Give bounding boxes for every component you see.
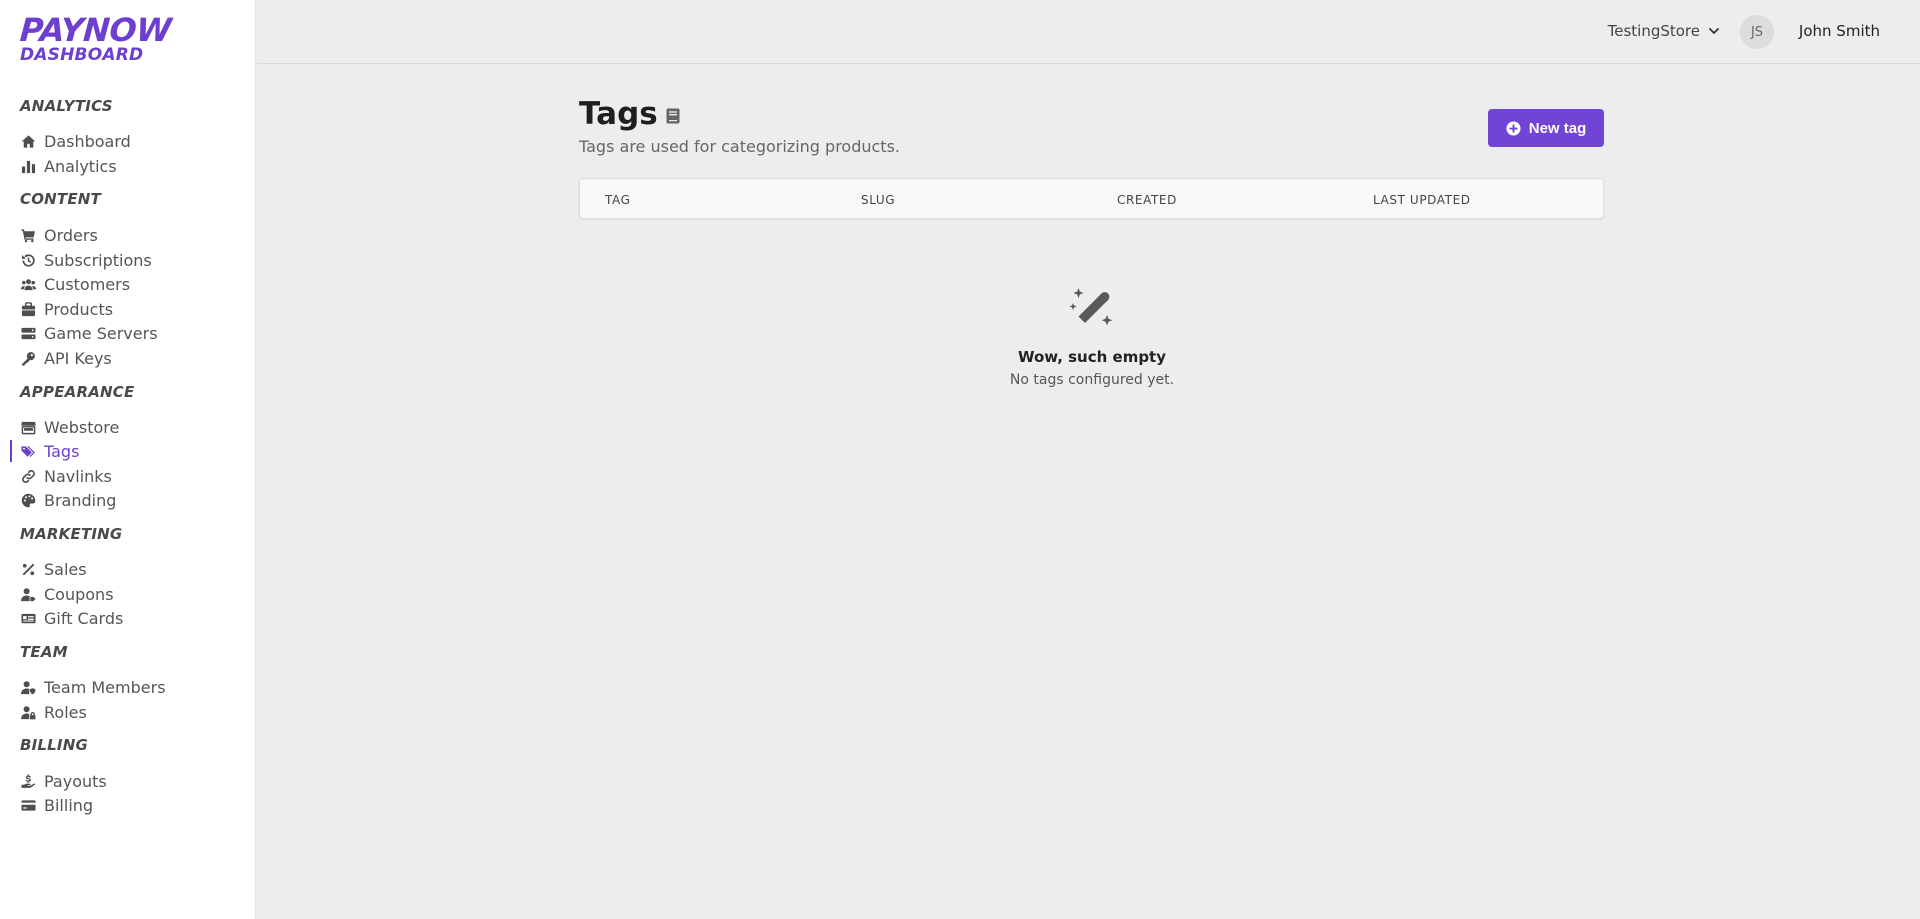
sidebar-item-customers[interactable]: Customers (20, 274, 130, 294)
palette-icon (20, 492, 36, 508)
sidebar-item-subscriptions[interactable]: Subscriptions (20, 250, 152, 270)
sidebar-item-analytics[interactable]: Analytics (20, 156, 117, 176)
magic-wand-icon (1069, 288, 1113, 326)
user-name[interactable]: John Smith (1799, 22, 1880, 40)
user-lock-icon (20, 704, 36, 720)
section-billing: BILLING (20, 736, 88, 754)
sidebar-item-team-members[interactable]: Team Members (20, 677, 166, 697)
tags-table-header: TAG SLUG CREATED LAST UPDATED (579, 178, 1604, 219)
page-title: Tags (579, 96, 658, 132)
sidebar-item-label: API Keys (44, 348, 112, 368)
sidebar-item-label: Game Servers (44, 323, 158, 343)
sidebar-item-dashboard[interactable]: Dashboard (20, 131, 131, 151)
history-icon (20, 252, 36, 268)
brand-logo[interactable]: PAYNOW DASHBOARD (18, 11, 173, 65)
sidebar-item-label: Orders (44, 225, 98, 245)
sidebar-item-label: Dashboard (44, 131, 131, 151)
link-icon (20, 468, 36, 484)
home-icon (20, 133, 36, 149)
sidebar-item-api-keys[interactable]: API Keys (20, 348, 112, 368)
section-content: CONTENT (20, 190, 101, 208)
sidebar-item-label: Billing (44, 795, 94, 815)
chevron-down-icon (1709, 28, 1719, 34)
sidebar-item-label: Tags (44, 441, 80, 461)
section-appearance: APPEARANCE (20, 383, 135, 401)
brand-subtitle: DASHBOARD (20, 45, 144, 65)
sidebar-item-label: Coupons (44, 584, 114, 604)
sidebar-item-label: Navlinks (44, 466, 112, 486)
column-header-slug[interactable]: SLUG (861, 193, 895, 207)
sidebar-item-coupons[interactable]: Coupons (20, 584, 114, 604)
book-icon[interactable] (666, 108, 680, 124)
cart-icon (20, 227, 36, 243)
id-card-icon (20, 610, 36, 626)
sidebar-item-products[interactable]: Products (20, 299, 113, 319)
section-team: TEAM (20, 643, 68, 661)
sidebar-item-tags[interactable]: Tags (20, 441, 79, 461)
sidebar-item-sales[interactable]: Sales (20, 559, 87, 579)
sidebar-item-orders[interactable]: Orders (20, 225, 98, 245)
column-header-tag[interactable]: TAG (605, 193, 631, 207)
section-analytics: ANALYTICS (20, 97, 113, 115)
box-icon (20, 301, 36, 317)
sidebar-item-label: Branding (44, 490, 117, 510)
brand-name: PAYNOW (18, 11, 173, 49)
sidebar-item-payouts[interactable]: Payouts (20, 771, 107, 791)
column-header-created[interactable]: CREATED (1117, 193, 1177, 207)
top-bar: TestingStore JS John Smith (257, 0, 1920, 64)
page-subtitle: Tags are used for categorizing products. (579, 137, 900, 156)
sidebar-item-label: Subscriptions (44, 250, 152, 270)
tags-icon (20, 443, 36, 459)
empty-state-title: Wow, such empty (1017, 348, 1167, 366)
key-icon (20, 350, 36, 366)
empty-state-subtitle: No tags configured yet. (1009, 372, 1175, 388)
store-icon (20, 419, 36, 435)
sidebar-item-label: Gift Cards (44, 608, 124, 628)
sidebar-item-label: Sales (44, 559, 87, 579)
sidebar: PAYNOW DASHBOARD ANALYTICS Dashboard Ana… (0, 0, 256, 919)
sidebar-item-label: Analytics (44, 156, 117, 176)
sidebar-item-billing[interactable]: Billing (20, 795, 93, 815)
bar-chart-icon (20, 158, 36, 174)
column-header-last-updated[interactable]: LAST UPDATED (1373, 193, 1471, 207)
sidebar-item-gift-cards[interactable]: Gift Cards (20, 608, 123, 628)
store-name: TestingStore (1607, 22, 1700, 40)
sidebar-item-label: Webstore (44, 417, 120, 437)
sidebar-item-webstore[interactable]: Webstore (20, 417, 119, 437)
user-tag-icon (20, 586, 36, 602)
hand-holding-dollar-icon (20, 773, 36, 789)
avatar[interactable]: JS (1740, 15, 1774, 49)
new-tag-button[interactable]: New tag (1488, 109, 1604, 147)
store-selector[interactable]: TestingStore (1608, 22, 1720, 40)
sidebar-item-label: Team Members (44, 677, 166, 697)
credit-card-icon (20, 797, 36, 813)
sidebar-item-game-servers[interactable]: Game Servers (20, 323, 158, 343)
sidebar-item-label: Products (44, 299, 114, 319)
sidebar-item-roles[interactable]: Roles (20, 702, 87, 722)
empty-state: Wow, such empty No tags configured yet. (900, 286, 1284, 388)
users-icon (20, 276, 36, 292)
server-icon (20, 325, 36, 341)
sidebar-item-label: Customers (44, 274, 131, 294)
sidebar-item-label: Payouts (44, 771, 107, 791)
sidebar-item-label: Roles (44, 702, 87, 722)
sidebar-item-navlinks[interactable]: Navlinks (20, 466, 112, 486)
active-indicator (10, 440, 12, 462)
section-marketing: MARKETING (20, 525, 123, 543)
new-tag-label: New tag (1528, 119, 1587, 137)
user-shield-icon (20, 679, 36, 695)
sidebar-item-branding[interactable]: Branding (20, 490, 116, 510)
plus-circle-icon (1506, 120, 1521, 136)
percent-icon (20, 561, 36, 577)
